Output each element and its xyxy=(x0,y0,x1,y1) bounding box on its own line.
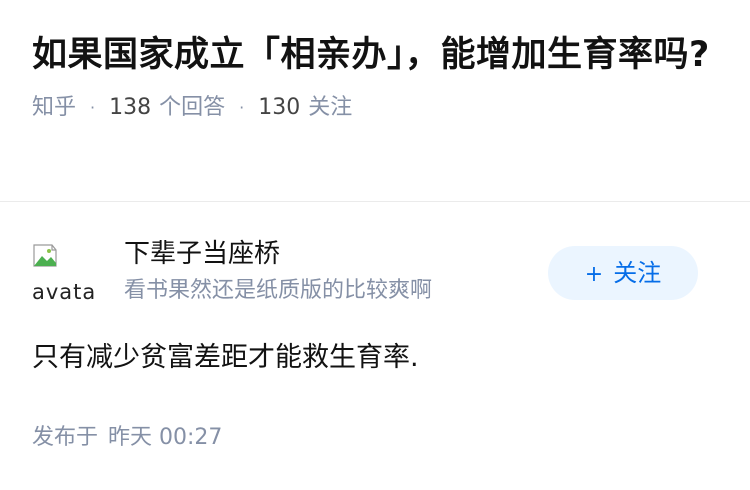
meta-separator: · xyxy=(239,98,245,117)
divider xyxy=(0,201,750,202)
plus-icon: + xyxy=(584,262,604,287)
answer-count: 138 xyxy=(109,95,152,120)
source-label[interactable]: 知乎 xyxy=(32,92,76,124)
publish-timestamp: 昨天 00:27 xyxy=(108,425,223,450)
question-title[interactable]: 如果国家成立「相亲办」，能增加生育率吗? xyxy=(32,30,712,80)
answer-count-label: 个回答 xyxy=(159,95,226,120)
avatar[interactable]: avatar xyxy=(32,242,98,306)
author-bio: 看书果然还是纸质版的比较爽啊 xyxy=(124,278,433,303)
publish-time: 发布于 昨天 00:27 xyxy=(32,422,222,454)
follow-button-label: 关注 xyxy=(613,259,662,287)
avatar-alt-text: avatar xyxy=(32,280,98,304)
author-name[interactable]: 下辈子当座桥 xyxy=(124,236,280,272)
author-row: avatar 下辈子当座桥 看书果然还是纸质版的比较爽啊 + 关注 xyxy=(32,236,698,306)
question-header: 如果国家成立「相亲办」，能增加生育率吗? 知乎 · 138 个回答 · 130 … xyxy=(32,30,712,124)
answer-content[interactable]: 只有减少贫富差距才能救生育率. xyxy=(32,338,718,378)
meta-separator: · xyxy=(90,98,96,117)
follow-count-label: 关注 xyxy=(308,95,353,120)
publish-label: 发布于 xyxy=(32,425,99,450)
follow-count: 130 xyxy=(258,95,301,120)
broken-image-icon xyxy=(33,244,57,267)
question-meta: 知乎 · 138 个回答 · 130 关注 xyxy=(32,92,712,124)
follow-button[interactable]: + 关注 xyxy=(548,246,698,300)
